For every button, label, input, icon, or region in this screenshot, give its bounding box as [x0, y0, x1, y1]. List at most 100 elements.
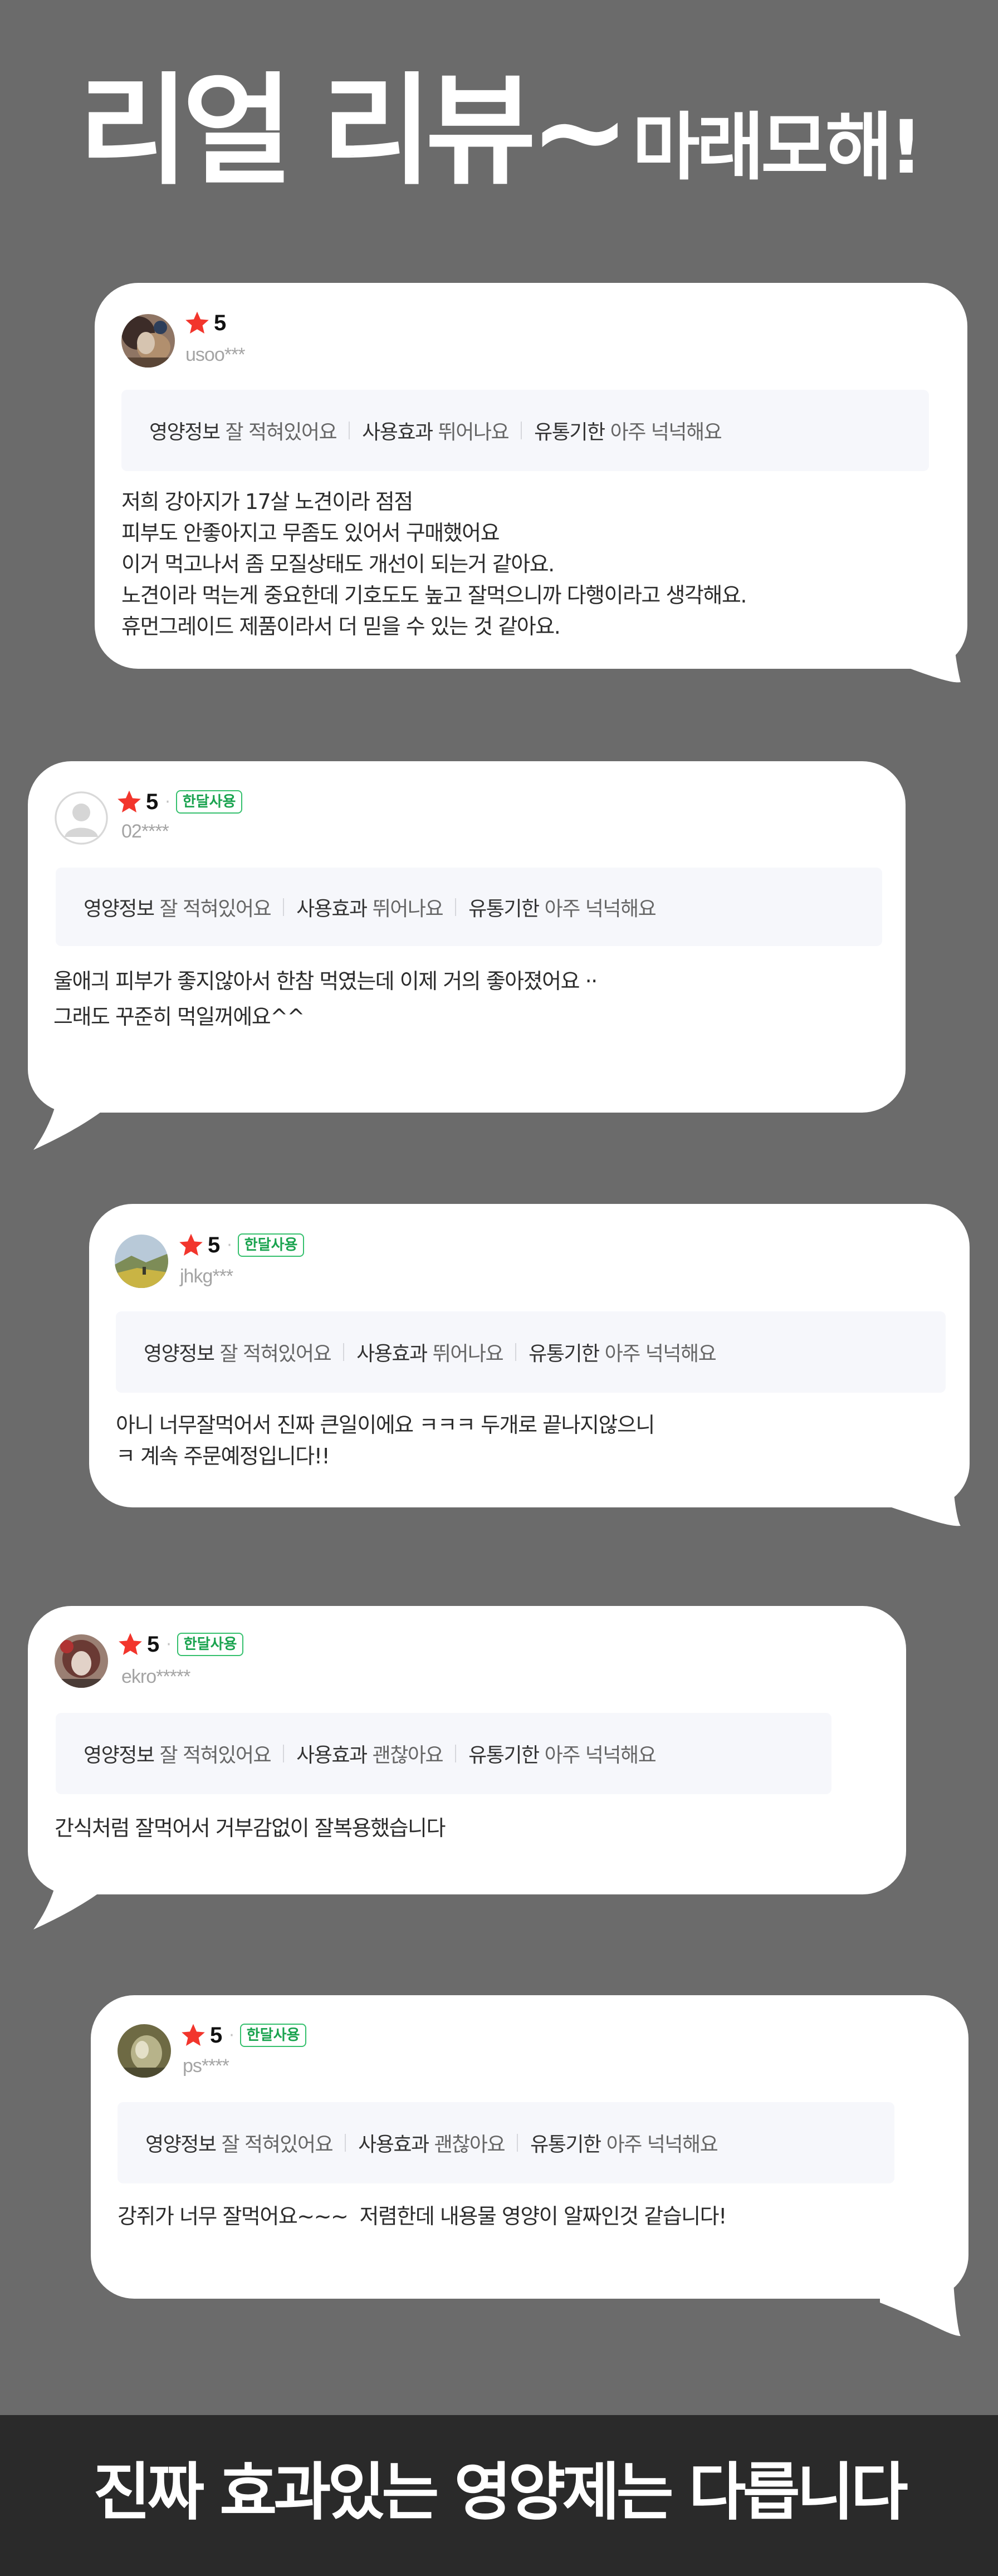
attribute-value: 잘 적혀있어요: [221, 2133, 333, 2156]
attribute-key: 영양정보: [144, 1343, 215, 1365]
user-id: jhkg***: [180, 1266, 233, 1287]
separator-dot: ·: [227, 1235, 232, 1255]
rating-row: 5: [184, 309, 226, 337]
attribute-nutrition: 영양정보 잘 적혀있어요: [84, 893, 272, 922]
review-line: 강쥐가 너무 잘먹어요~~~ 저렴한데 내용물 영양이 알짜인것 같습니다!: [118, 2204, 727, 2229]
attribute-effect: 사용효과 뛰어나요: [271, 893, 443, 922]
review-line: 노견이라 먹는게 중요한데 기호도도 높고 잘먹으니까 다행이라고 생각해요.: [121, 583, 747, 608]
attribute-summary: 영양정보 잘 적혀있어요 사용효과 뛰어나요 유통기한 아주 넉넉해요: [121, 390, 929, 471]
attribute-key: 유통기한: [534, 421, 605, 444]
review-line: 휴먼그레이드 제품이라서 더 믿을 수 있는 것 같아요.: [121, 614, 561, 639]
usage-badge: 한달사용: [177, 1633, 244, 1656]
headline-main: 리얼 리뷰~: [78, 61, 630, 201]
attribute-summary: 영양정보 잘 적혀있어요 사용효과 뛰어나요 유통기한 아주 넉넉해요: [56, 868, 882, 946]
star-icon: [185, 311, 209, 334]
attribute-expiry: 유통기한 아주 넉넉해요: [443, 1739, 657, 1768]
attribute-summary: 영양정보 잘 적혀있어요 사용효과 괜찮아요 유통기한 아주 넉넉해요: [118, 2102, 894, 2183]
user-id: ps****: [183, 2055, 229, 2077]
review-line: 그래도 꾸준히 먹일꺼에요^^: [53, 1005, 305, 1029]
landscape-photo-avatar: [115, 1235, 168, 1288]
attribute-nutrition: 영양정보 잘 적혀있어요: [145, 2128, 334, 2157]
attribute-value: 잘 적혀있어요: [219, 1343, 331, 1365]
attribute-key: 유통기한: [529, 1343, 600, 1365]
rating-value: 5: [146, 789, 159, 814]
attribute-key: 사용효과: [358, 2133, 429, 2156]
rating-row: 5 · 한달사용: [116, 788, 243, 816]
review-text: 강쥐가 너무 잘먹어요~~~ 저렴한데 내용물 영양이 알짜인것 같습니다!: [118, 2201, 727, 2232]
rating-value: 5: [214, 310, 227, 335]
review-line: 아니 너무잘먹어서 진짜 큰일이에요 ㅋㅋㅋ 두개로 끝나지않으니: [116, 1413, 655, 1437]
star-icon: [179, 1233, 203, 1256]
review-card: 5 · 한달사용 jhkg*** 영양정보 잘 적혀있어요 사용효과 뛰어나요 …: [89, 1204, 970, 1507]
attribute-key: 사용효과: [296, 897, 368, 920]
attribute-key: 영양정보: [149, 421, 221, 444]
rating-row: 5 · 한달사용: [180, 2021, 307, 2049]
attribute-value: 뛰어나요: [438, 421, 510, 444]
attribute-effect: 사용효과 뛰어나요: [331, 1338, 503, 1367]
attribute-key: 영양정보: [145, 2133, 217, 2156]
rating-row: 5 · 한달사용: [178, 1231, 305, 1259]
attribute-nutrition: 영양정보 잘 적혀있어요: [84, 1739, 272, 1768]
star-icon: [119, 1633, 142, 1655]
default-user-avatar: [55, 791, 108, 845]
dog-photo-avatar: [121, 314, 175, 368]
dog-photo-avatar: [55, 1634, 108, 1688]
rating-value: 5: [210, 2022, 223, 2048]
separator-dot: ·: [165, 792, 170, 812]
attribute-expiry: 유통기한 아주 넉넉해요: [503, 1338, 717, 1367]
review-line: 울애긔 피부가 좋지않아서 한참 먹였는데 이제 거의 좋아졌어요 ··: [53, 969, 598, 993]
attribute-key: 사용효과: [296, 1744, 368, 1767]
review-card: 5 usoo*** 영양정보 잘 적혀있어요 사용효과 뛰어나요 유통기한 아주…: [95, 283, 967, 669]
attribute-nutrition: 영양정보 잘 적혀있어요: [144, 1338, 332, 1367]
user-id: usoo***: [185, 344, 245, 365]
review-text: 저희 강아지가 17살 노견이라 점점 피부도 안좋아지고 무좀도 있어서 구매…: [121, 486, 747, 642]
separator-dot: ·: [166, 1634, 172, 1654]
review-line: 피부도 안좋아지고 무좀도 있어서 구매했어요: [121, 521, 500, 545]
attribute-effect: 사용효과 괜찮아요: [332, 2128, 505, 2157]
attribute-value: 괜찮아요: [372, 1744, 444, 1767]
attribute-key: 사용효과: [362, 421, 433, 444]
attribute-key: 사용효과: [356, 1343, 428, 1365]
review-text: 아니 너무잘먹어서 진짜 큰일이에요 ㅋㅋㅋ 두개로 끝나지않으니 ㅋ 계속 주…: [116, 1409, 655, 1472]
attribute-key: 유통기한: [468, 1744, 540, 1767]
pet-photo-avatar: [118, 2024, 171, 2078]
review-text: 간식처럼 잘먹어서 거부감없이 잘복용했습니다: [55, 1813, 446, 1844]
attribute-nutrition: 영양정보 잘 적혀있어요: [149, 416, 337, 445]
attribute-value: 아주 넉넉해요: [544, 897, 657, 920]
review-card: 5 · 한달사용 ekro***** 영양정보 잘 적혀있어요 사용효과 괜찮아…: [28, 1606, 906, 1894]
attribute-value: 뛰어나요: [372, 897, 444, 920]
attribute-value: 아주 넉넉해요: [604, 1343, 717, 1365]
review-line: 저희 강아지가 17살 노견이라 점점: [121, 489, 413, 514]
attribute-value: 잘 적혀있어요: [159, 897, 271, 920]
attribute-key: 영양정보: [84, 897, 155, 920]
attribute-value: 뛰어나요: [432, 1343, 504, 1365]
review-line: ㅋ 계속 주문예정입니다!!: [116, 1444, 330, 1468]
headline-sub: 마래모해!: [632, 105, 923, 190]
rating-value: 5: [147, 1632, 160, 1657]
star-icon: [182, 2024, 205, 2046]
attribute-value: 괜찮아요: [434, 2133, 506, 2156]
usage-badge: 한달사용: [239, 2024, 307, 2047]
separator-dot: ·: [229, 2025, 234, 2045]
user-id: ekro*****: [121, 1666, 190, 1687]
attribute-value: 아주 넉넉해요: [606, 2133, 718, 2156]
attribute-expiry: 유통기한 아주 넉넉해요: [443, 893, 657, 922]
attribute-value: 아주 넉넉해요: [610, 421, 722, 444]
attribute-summary: 영양정보 잘 적혀있어요 사용효과 괜찮아요 유통기한 아주 넉넉해요: [56, 1713, 831, 1794]
rating-row: 5 · 한달사용: [117, 1630, 244, 1658]
review-line: 이거 먹고나서 좀 모질상태도 개선이 되는거 같아요.: [121, 552, 555, 576]
attribute-key: 유통기한: [530, 2133, 601, 2156]
review-card: 5 · 한달사용 ps**** 영양정보 잘 적혀있어요 사용효과 괜찮아요 유…: [91, 1995, 968, 2299]
review-card: 5 · 한달사용 02**** 영양정보 잘 적혀있어요 사용효과 뛰어나요 유…: [28, 761, 906, 1113]
attribute-effect: 사용효과 괜찮아요: [271, 1739, 443, 1768]
attribute-effect: 사용효과 뛰어나요: [336, 416, 510, 445]
attribute-summary: 영양정보 잘 적혀있어요 사용효과 뛰어나요 유통기한 아주 넉넉해요: [116, 1311, 946, 1393]
attribute-expiry: 유통기한 아주 넉넉해요: [508, 416, 722, 445]
attribute-key: 영양정보: [84, 1744, 155, 1767]
attribute-value: 아주 넉넉해요: [544, 1744, 657, 1767]
attribute-value: 잘 적혀있어요: [159, 1744, 271, 1767]
page-headline: 리얼 리뷰~ 마래모해!: [0, 71, 998, 192]
usage-badge: 한달사용: [175, 790, 243, 814]
review-text: 울애긔 피부가 좋지않아서 한참 먹였는데 이제 거의 좋아졌어요 ·· 그래도…: [53, 963, 598, 1035]
rating-value: 5: [208, 1232, 221, 1257]
